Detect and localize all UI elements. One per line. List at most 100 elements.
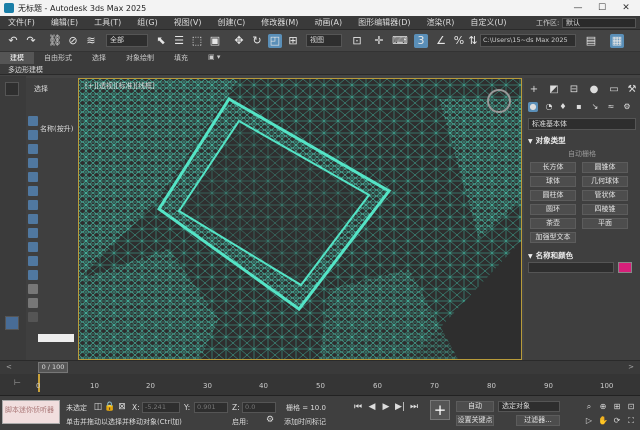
time-slider[interactable]: 0 / 100 xyxy=(38,362,68,373)
object-type-rollout[interactable]: ▼ 对象类型 xyxy=(528,135,566,146)
track-bar[interactable]: ⊢ 0 10 20 30 40 50 60 70 80 90 100 xyxy=(0,374,640,396)
strip-icon-1[interactable] xyxy=(5,82,19,96)
tab-modeling[interactable]: 建模 xyxy=(0,52,34,64)
zoom-extents-all-icon[interactable]: ⊡ xyxy=(626,402,636,412)
text-plus-button[interactable]: 加强型文本 xyxy=(530,232,576,243)
time-slider-prev[interactable]: < xyxy=(6,363,12,371)
name-color-rollout[interactable]: ▼ 名称和颜色 xyxy=(528,250,573,261)
select-by-name-icon[interactable]: ☰ xyxy=(172,34,186,48)
hierarchy-tab-icon[interactable]: ⊟ xyxy=(568,84,580,96)
isolate-icon[interactable]: ◫ xyxy=(92,401,104,413)
filter-icon-5[interactable] xyxy=(28,172,38,182)
scene-explorer-header[interactable]: 选择 xyxy=(34,84,48,94)
geosphere-button[interactable]: 几何球体 xyxy=(582,176,628,187)
geometry-icon[interactable]: ● xyxy=(528,102,538,112)
pan-icon[interactable]: ✋ xyxy=(598,416,608,426)
perspective-viewport[interactable]: [+][透视][标准][线框] xyxy=(78,78,522,360)
window-crossing-icon[interactable]: ▣ xyxy=(208,34,222,48)
object-color-swatch[interactable] xyxy=(618,262,632,273)
name-column-header[interactable]: 名称(按升) xyxy=(40,124,73,134)
percent-snap-icon[interactable]: % xyxy=(452,34,466,48)
box-button[interactable]: 长方体 xyxy=(530,162,576,173)
maximize-button[interactable]: ☐ xyxy=(590,0,614,16)
time-tag-icon[interactable]: ⚙ xyxy=(264,414,276,426)
filter-icon-12[interactable] xyxy=(28,270,38,280)
cone-button[interactable]: 圆锥体 xyxy=(582,162,628,173)
polygon-modeling-label[interactable]: 多边形建模 xyxy=(8,65,43,75)
y-coord-field[interactable]: 0.901 xyxy=(194,402,228,413)
motion-tab-icon[interactable]: ● xyxy=(588,84,600,96)
z-coord-field[interactable]: 0.0 xyxy=(242,402,276,413)
systems-icon[interactable]: ⚙ xyxy=(622,102,632,112)
ribbon-options-icon[interactable]: ▣ ▾ xyxy=(198,52,230,64)
undo-icon[interactable]: ↶ xyxy=(6,34,20,48)
object-name-input[interactable] xyxy=(528,262,614,273)
scale-icon[interactable]: ◰ xyxy=(268,34,282,48)
key-filters-button[interactable]: 过滤器... xyxy=(516,415,560,426)
zoom-extents-icon[interactable]: ⊞ xyxy=(612,402,622,412)
filter-icon-14[interactable] xyxy=(28,298,38,308)
teapot-button[interactable]: 茶壶 xyxy=(530,218,576,229)
maximize-viewport-icon[interactable]: ⛶ xyxy=(626,416,636,426)
menu-views[interactable]: 视图(V) xyxy=(166,17,210,28)
cylinder-button[interactable]: 圆柱体 xyxy=(530,190,576,201)
project-path-field[interactable]: C:\Users\15~ds Max 2025 xyxy=(480,34,576,47)
viewport-label[interactable]: [+][透视][标准][线框] xyxy=(85,81,155,91)
lights-icon[interactable]: ♦ xyxy=(558,102,568,112)
select-manipulate-icon[interactable]: ✛ xyxy=(372,34,386,48)
filter-icon-8[interactable] xyxy=(28,214,38,224)
menu-animation[interactable]: 动画(A) xyxy=(306,17,350,28)
workspace-dropdown[interactable]: 默认 xyxy=(562,18,636,28)
set-key-button[interactable]: 设置关键点 xyxy=(456,415,494,426)
menu-customize[interactable]: 自定义(U) xyxy=(462,17,514,28)
rect-selection-icon[interactable]: ⬚ xyxy=(190,34,204,48)
reference-coord-dropdown[interactable]: 视图 xyxy=(306,34,342,47)
prev-frame-icon[interactable]: ◀ xyxy=(366,401,378,413)
filter-icon-10[interactable] xyxy=(28,242,38,252)
snaps-toggle-icon[interactable]: 3 xyxy=(414,34,428,48)
menu-file[interactable]: 文件(F) xyxy=(0,17,43,28)
shapes-icon[interactable]: ◔ xyxy=(544,102,554,112)
autogrid-checkbox[interactable]: 自动栅格 xyxy=(568,149,596,159)
zoom-all-icon[interactable]: ⊕ xyxy=(598,402,608,412)
tab-freeform[interactable]: 自由形式 xyxy=(34,52,82,64)
filter-icon-9[interactable] xyxy=(28,228,38,238)
layer-field[interactable] xyxy=(38,334,74,342)
menu-tools[interactable]: 工具(T) xyxy=(86,17,129,28)
filter-icon-13[interactable] xyxy=(28,284,38,294)
keyboard-shortcut-icon[interactable]: ⌨ xyxy=(392,34,408,48)
pyramid-button[interactable]: 四棱锥 xyxy=(582,204,628,215)
filter-icon-1[interactable] xyxy=(28,116,38,126)
project-folder-icon[interactable]: ▤ xyxy=(584,34,598,48)
torus-button[interactable]: 圆环 xyxy=(530,204,576,215)
tab-populate[interactable]: 填充 xyxy=(164,52,198,64)
tube-button[interactable]: 管状体 xyxy=(582,190,628,201)
cameras-icon[interactable]: ▪ xyxy=(574,102,584,112)
time-slider-next[interactable]: > xyxy=(628,363,634,371)
filter-options-icon[interactable] xyxy=(28,312,38,322)
lock-selection-icon[interactable]: 🔒 xyxy=(104,401,116,413)
filter-icon-4[interactable] xyxy=(28,158,38,168)
viewcube-icon[interactable] xyxy=(487,89,511,113)
add-time-tag[interactable]: 添加时间标记 xyxy=(284,417,326,427)
menu-rendering[interactable]: 渲染(R) xyxy=(419,17,463,28)
save-icon[interactable]: ▦ xyxy=(610,34,624,48)
auto-key-button[interactable]: 自动 xyxy=(456,401,494,412)
pivot-center-icon[interactable]: ⊡ xyxy=(350,34,364,48)
selected-objects-dropdown[interactable]: 选定对象 xyxy=(498,401,560,412)
tab-selection[interactable]: 选择 xyxy=(82,52,116,64)
absolute-mode-icon[interactable]: ⊠ xyxy=(116,401,128,413)
spinner-snap-icon[interactable]: ⇅ xyxy=(466,34,480,48)
tab-object-paint[interactable]: 对象绘制 xyxy=(116,52,164,64)
x-coord-field[interactable]: -5.241 xyxy=(142,402,180,413)
menu-edit[interactable]: 编辑(E) xyxy=(43,17,86,28)
angle-snap-icon[interactable]: ∠ xyxy=(434,34,448,48)
plane-button[interactable]: 平面 xyxy=(582,218,628,229)
display-tab-icon[interactable]: ▭ xyxy=(608,84,620,96)
menu-group[interactable]: 组(G) xyxy=(129,17,165,28)
goto-end-icon[interactable]: ⏭ xyxy=(408,401,420,413)
place-icon[interactable]: ⊞ xyxy=(286,34,300,48)
menu-graph-editors[interactable]: 图形编辑器(D) xyxy=(350,17,418,28)
sphere-button[interactable]: 球体 xyxy=(530,176,576,187)
space-warps-icon[interactable]: ≈ xyxy=(606,102,616,112)
